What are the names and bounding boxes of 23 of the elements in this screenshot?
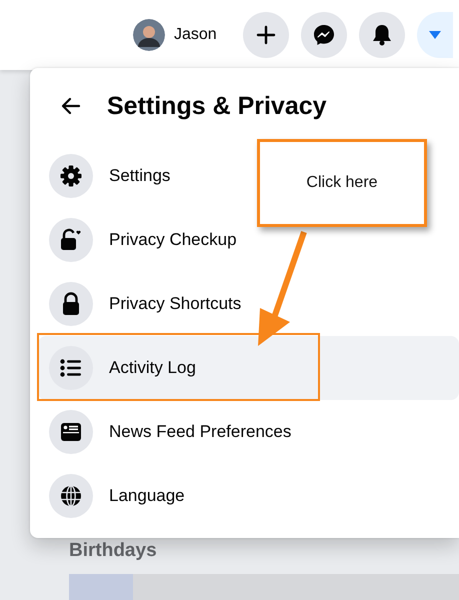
account-menu-button[interactable] [416, 12, 453, 58]
menu-item[interactable]: News Feed Preferences [38, 400, 459, 464]
create-button[interactable] [242, 12, 289, 58]
user-name[interactable]: Jason [174, 26, 217, 44]
news-feed-icon [60, 422, 82, 442]
menu-item[interactable]: Activity Log [38, 336, 459, 400]
menu-title: Settings & Privacy [107, 92, 327, 120]
avatar-icon[interactable] [133, 19, 165, 51]
lock-icon [59, 228, 83, 252]
bell-icon [372, 24, 392, 46]
caret-icon [428, 30, 442, 40]
gear-icon [60, 165, 82, 187]
plus-icon [256, 25, 276, 45]
menu-item[interactable]: Privacy Shortcuts [38, 272, 459, 336]
globe-icon [60, 485, 82, 507]
lock-icon [61, 292, 81, 316]
callout-text: Click here [257, 139, 427, 227]
menu-item[interactable]: Language [38, 464, 459, 528]
section-title: Birthdays [69, 540, 158, 563]
messenger-icon [312, 24, 335, 46]
list-icon [60, 359, 82, 377]
messenger-button[interactable] [300, 12, 347, 58]
notifications-button[interactable] [358, 12, 405, 58]
